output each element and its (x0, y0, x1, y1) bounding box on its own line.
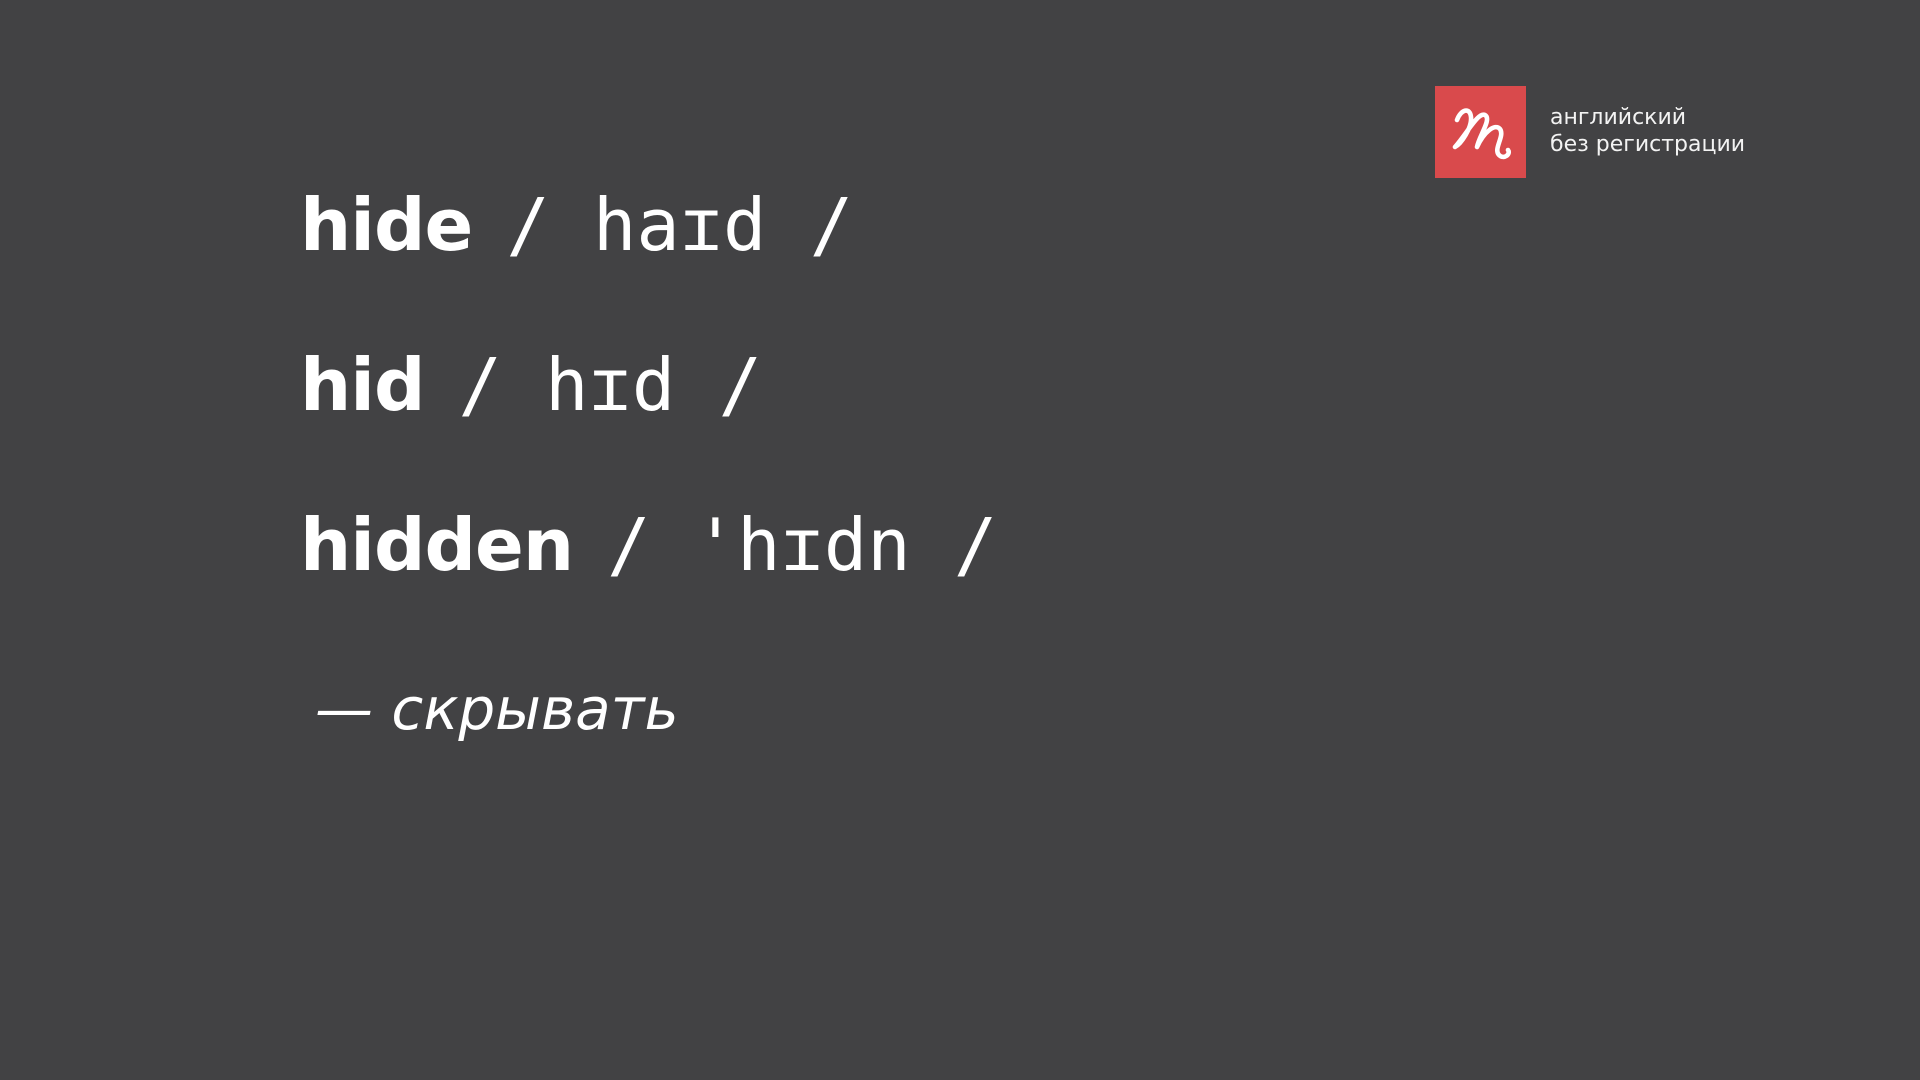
brand-name-line-2: без регистрации (1550, 132, 1746, 157)
phonetic-transcription: / hɪd / (458, 343, 762, 427)
english-word: hidden (300, 503, 574, 587)
word-form-row: hide / haɪd / (300, 183, 853, 273)
brand-logo (1435, 86, 1526, 178)
english-word: hid (300, 343, 425, 427)
brand-name-line-1: английский (1550, 105, 1687, 130)
phonetic-transcription: / 'hɪdn / (607, 503, 998, 587)
word-form-row: hid / hɪd / (300, 343, 762, 433)
russian-translation: — скрывать (315, 675, 679, 743)
phonetic-transcription: / haɪd / (506, 183, 854, 267)
handwritten-squiggle-icon (1452, 108, 1511, 160)
brand-name: английский без регистрации (1550, 104, 1810, 158)
english-word: hide (300, 183, 473, 267)
word-form-row: hidden / 'hɪdn / (300, 503, 997, 593)
